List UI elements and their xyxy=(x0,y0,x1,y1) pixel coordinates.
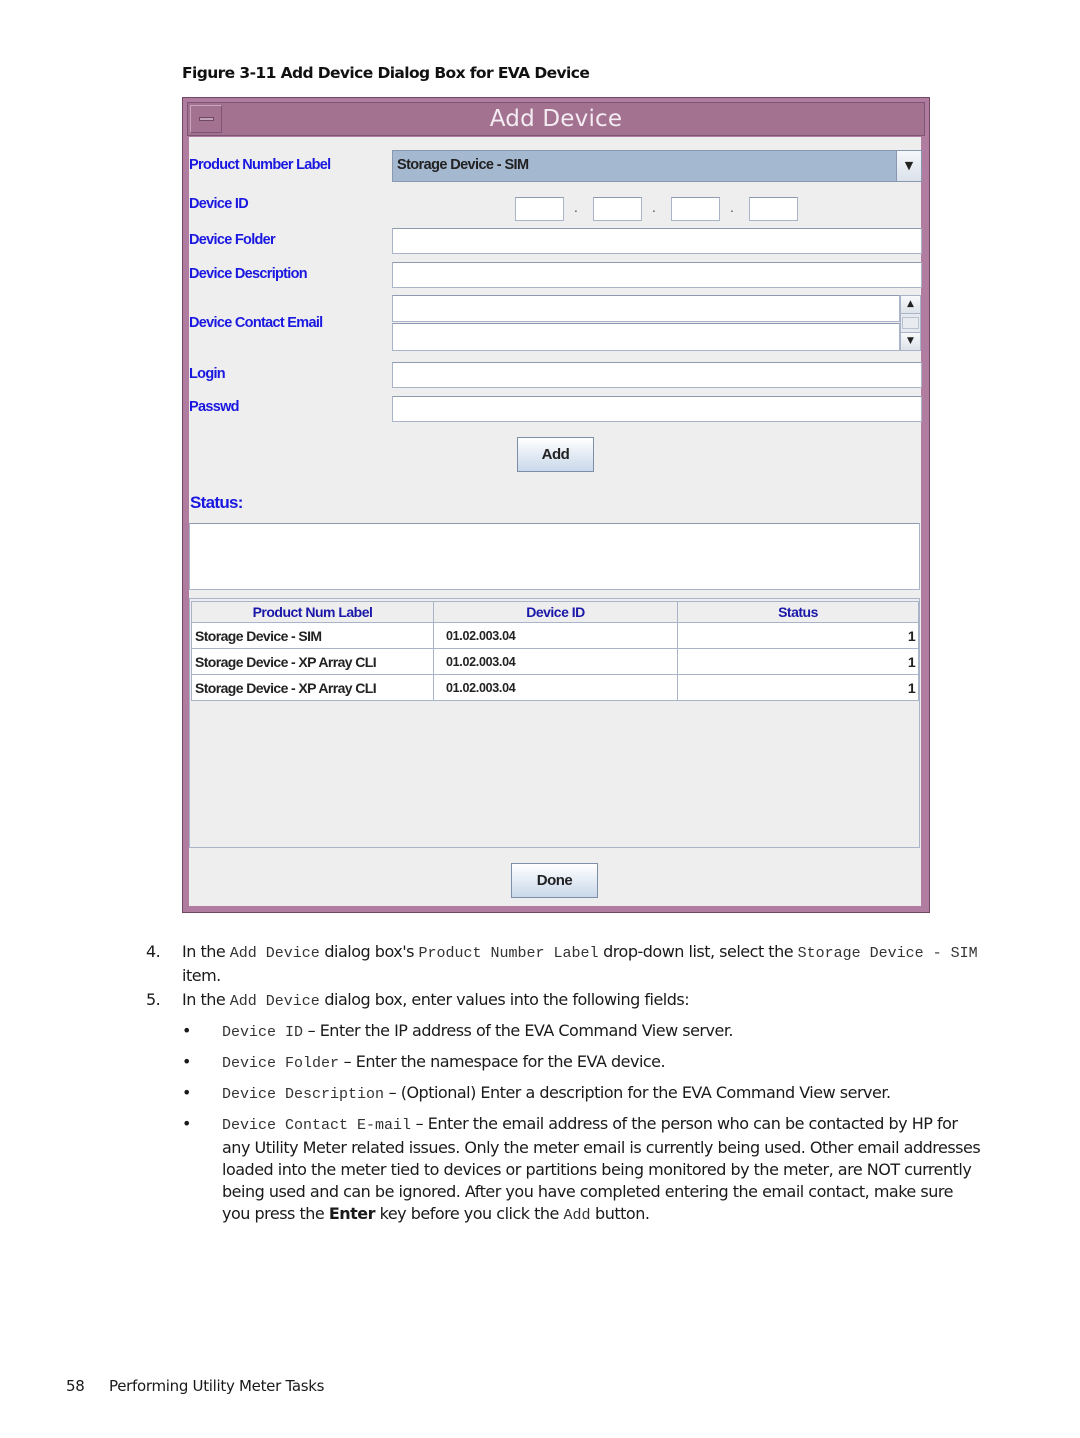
device-id-cell: 01.02.003.04 xyxy=(433,648,678,675)
ui-term: Product Number Label xyxy=(418,945,599,962)
device-id-octet-4[interactable] xyxy=(749,197,798,221)
ui-term: Device Description xyxy=(222,1086,385,1103)
ip-separator: . xyxy=(730,201,734,215)
status-label: Status: xyxy=(190,493,243,512)
status-cell: 1 xyxy=(677,648,919,675)
passwd-label: Passwd xyxy=(189,399,240,415)
column-header[interactable]: Status xyxy=(677,601,919,623)
device-id-cell: 01.02.003.04 xyxy=(433,622,678,649)
device-id-octet-3[interactable] xyxy=(671,197,720,221)
step-text: In the Add Device dialog box's Product N… xyxy=(182,942,978,985)
step-text: In the Add Device dialog box, enter valu… xyxy=(182,990,690,1010)
ui-term: Device Contact E-mail xyxy=(222,1117,412,1134)
product-num-label-cell: Storage Device - XP Array CLI xyxy=(191,648,434,675)
column-header[interactable]: Product Num Label xyxy=(191,601,434,623)
ui-term: Add Device xyxy=(229,993,320,1010)
footer-section-title: Performing Utility Meter Tasks xyxy=(109,1377,325,1395)
device-contact-email-label: Device Contact Email xyxy=(189,315,323,331)
passwd-input[interactable] xyxy=(392,396,922,422)
device-contact-email-input-2[interactable] xyxy=(392,323,900,351)
bullet-icon: • xyxy=(182,1114,191,1133)
table-row[interactable]: Storage Device - SIM 01.02.003.04 1 xyxy=(191,622,919,649)
device-id-cell: 01.02.003.04 xyxy=(433,674,678,701)
ui-term: Device ID xyxy=(222,1024,304,1041)
ui-term: Storage Device - SIM xyxy=(797,945,978,962)
page-number: 58 xyxy=(66,1377,85,1395)
title-bar[interactable]: Add Device xyxy=(187,102,925,136)
bullet-icon: • xyxy=(182,1083,191,1102)
dropdown-selected-value: Storage Device - SIM xyxy=(397,157,529,173)
ip-separator: . xyxy=(574,201,578,215)
device-folder-label: Device Folder xyxy=(189,232,276,248)
product-num-label-cell: Storage Device - SIM xyxy=(191,622,434,649)
step-number: 4. xyxy=(146,942,161,961)
device-folder-input[interactable] xyxy=(392,228,922,254)
email-list-scrollbar[interactable]: ▲ ▼ xyxy=(900,295,921,351)
done-button[interactable]: Done xyxy=(511,863,598,898)
device-id-octet-2[interactable] xyxy=(593,197,642,221)
scroll-thumb[interactable] xyxy=(902,317,919,329)
column-header[interactable]: Device ID xyxy=(433,601,678,623)
scroll-up-icon[interactable]: ▲ xyxy=(901,296,920,314)
product-number-label-label: Product Number Label xyxy=(189,157,331,173)
bullet-icon: • xyxy=(182,1021,191,1040)
add-button[interactable]: Add xyxy=(517,437,594,472)
key-name: Enter xyxy=(328,1204,376,1223)
device-contact-email-input-1[interactable] xyxy=(392,295,900,322)
step-number: 5. xyxy=(146,990,161,1009)
dialog-content: Product Number Label Storage Device - SI… xyxy=(189,137,922,906)
table-row[interactable]: Storage Device - XP Array CLI 01.02.003.… xyxy=(191,674,919,701)
devices-table: Product Num Label Device ID Status Stora… xyxy=(191,601,919,701)
product-number-label-dropdown[interactable]: Storage Device - SIM ▼ xyxy=(392,150,922,182)
login-label: Login xyxy=(189,366,226,382)
ui-term: Add xyxy=(563,1207,591,1224)
ui-term: Device Folder xyxy=(222,1055,340,1072)
chevron-down-icon[interactable]: ▼ xyxy=(896,151,921,181)
bullet-icon: • xyxy=(182,1052,191,1071)
device-id-octet-1[interactable] xyxy=(515,197,564,221)
ui-term: Add Device xyxy=(229,945,320,962)
dialog-title: Add Device xyxy=(489,106,623,132)
scroll-down-icon[interactable]: ▼ xyxy=(901,332,920,350)
status-text-area[interactable] xyxy=(189,523,920,590)
login-input[interactable] xyxy=(392,362,922,388)
device-description-label: Device Description xyxy=(189,266,308,282)
figure-caption: Figure 3-11 Add Device Dialog Box for EV… xyxy=(182,64,590,82)
status-cell: 1 xyxy=(677,674,919,701)
device-description-input[interactable] xyxy=(392,262,922,288)
device-id-label: Device ID xyxy=(189,196,249,212)
ip-separator: . xyxy=(652,201,656,215)
table-row[interactable]: Storage Device - XP Array CLI 01.02.003.… xyxy=(191,648,919,675)
add-device-dialog: Add Device Product Number Label Storage … xyxy=(182,97,930,913)
status-cell: 1 xyxy=(677,622,919,649)
devices-table-panel: Product Num Label Device ID Status Stora… xyxy=(189,598,920,848)
product-num-label-cell: Storage Device - XP Array CLI xyxy=(191,674,434,701)
